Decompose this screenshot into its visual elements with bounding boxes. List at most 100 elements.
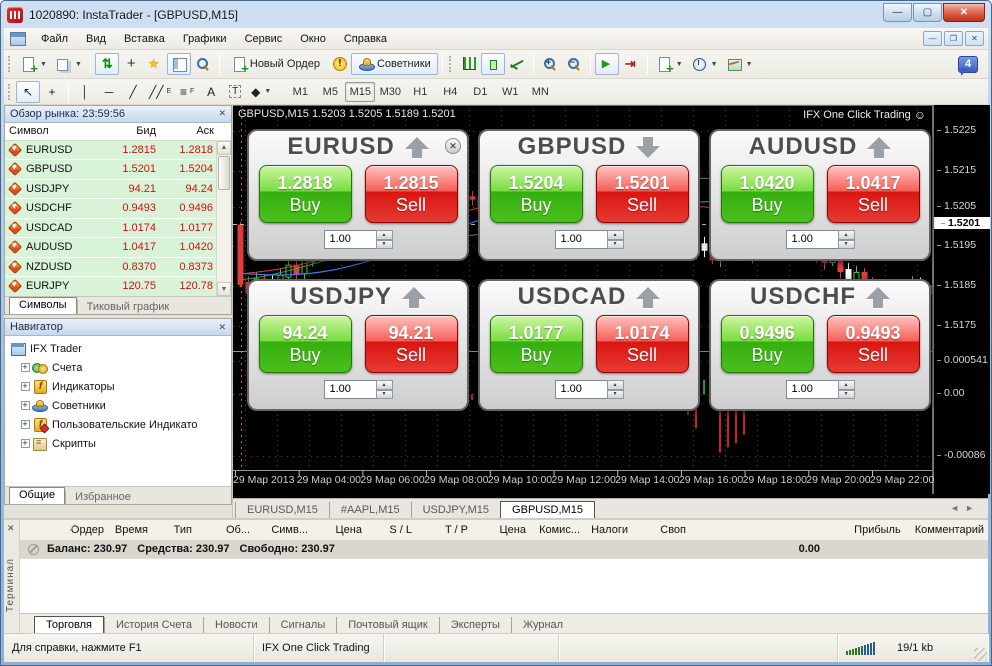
zoom-in-button[interactable]: + xyxy=(538,53,562,75)
spin-down-icon[interactable]: ▼ xyxy=(607,390,624,400)
menu-item[interactable]: Справка xyxy=(335,30,396,48)
data-window-button[interactable] xyxy=(191,53,215,75)
bar-chart-button[interactable] xyxy=(457,53,481,75)
cursor-tool-button[interactable]: ↖ xyxy=(16,81,40,103)
candlestick-button[interactable] xyxy=(481,53,505,75)
volume-spinner[interactable]: ▲▼ xyxy=(838,230,855,249)
sell-button[interactable]: 1.5201 Sell xyxy=(596,165,689,223)
profiles-button[interactable]: ▼ xyxy=(51,53,86,75)
terminal-column[interactable]: Тип xyxy=(152,524,196,536)
tree-root-item[interactable]: IFX Trader xyxy=(10,339,231,358)
minimize-button[interactable]: — xyxy=(883,3,912,22)
menu-item[interactable]: Сервис xyxy=(236,30,292,48)
volume-input[interactable]: 1.00 xyxy=(324,380,376,399)
volume-spinner[interactable]: ▲▼ xyxy=(376,230,393,249)
spin-down-icon[interactable]: ▼ xyxy=(838,240,855,250)
market-watch-row[interactable]: USDJPY 94.21 94.24 xyxy=(5,180,217,200)
market-watch-toggle-button[interactable] xyxy=(167,53,191,75)
navigator-tab[interactable]: Избранное xyxy=(65,490,140,504)
sell-button[interactable]: 0.9493 Sell xyxy=(827,315,920,373)
terminal-column[interactable]: Комис... xyxy=(530,524,584,536)
spin-up-icon[interactable]: ▲ xyxy=(376,380,393,390)
buy-button[interactable]: 1.2818 Buy xyxy=(259,165,352,223)
spin-up-icon[interactable]: ▲ xyxy=(838,380,855,390)
vertical-line-tool-button[interactable]: │ xyxy=(73,81,97,103)
market-watch-row[interactable]: EURJPY 120.75 120.78 xyxy=(5,277,217,296)
volume-input[interactable]: 1.00 xyxy=(555,230,607,249)
sell-button[interactable]: 1.0417 Sell xyxy=(827,165,920,223)
trendline-tool-button[interactable]: ╱ xyxy=(121,81,145,103)
scroll-up-icon[interactable]: ▲ xyxy=(217,141,231,155)
close-icon[interactable]: ✕ xyxy=(7,523,15,534)
buy-button[interactable]: 0.9496 Buy xyxy=(721,315,814,373)
timeframe-button[interactable]: M5 xyxy=(315,82,345,102)
market-watch-tab[interactable]: Тиковый график xyxy=(77,300,179,314)
menu-item[interactable]: Вставка xyxy=(115,30,174,48)
terminal-tab[interactable]: Сигналы xyxy=(269,617,337,633)
buy-button[interactable]: 1.5204 Buy xyxy=(490,165,583,223)
expand-plus-icon[interactable]: + xyxy=(21,401,30,410)
timeframe-button[interactable]: M30 xyxy=(375,82,405,102)
spin-up-icon[interactable]: ▲ xyxy=(607,230,624,240)
market-watch-row[interactable]: USDCHF 0.9493 0.9496 xyxy=(5,199,217,219)
market-watch-scrollbar[interactable]: ▲ ▼ xyxy=(216,141,231,296)
tick-chart-button[interactable] xyxy=(95,53,119,75)
buy-button[interactable]: 1.0177 Buy xyxy=(490,315,583,373)
child-close-button[interactable]: ✕ xyxy=(965,31,984,46)
sell-button[interactable]: 94.21 Sell xyxy=(365,315,458,373)
chart-tab[interactable]: USDJPY,M15 xyxy=(411,502,500,518)
terminal-column[interactable]: Своп xyxy=(632,524,690,536)
toolbar-grip[interactable] xyxy=(8,56,12,72)
timeframe-button[interactable]: H1 xyxy=(405,82,435,102)
terminal-column[interactable]: Об... xyxy=(196,524,254,536)
tab-scroll-left-icon[interactable]: ◄ xyxy=(950,503,965,513)
label-tool-button[interactable]: T xyxy=(223,81,247,103)
alerts-button[interactable] xyxy=(327,53,351,75)
tree-item[interactable]: + Скрипты xyxy=(10,434,231,453)
templates-button[interactable]: ▼ xyxy=(722,53,757,75)
menu-item[interactable]: Окно xyxy=(291,30,335,48)
sell-button[interactable]: 1.0174 Sell xyxy=(596,315,689,373)
menu-item[interactable]: Вид xyxy=(77,30,115,48)
spin-up-icon[interactable]: ▲ xyxy=(838,230,855,240)
timeframe-button[interactable]: H4 xyxy=(435,82,465,102)
volume-input[interactable]: 1.00 xyxy=(555,380,607,399)
spin-down-icon[interactable]: ▼ xyxy=(607,240,624,250)
terminal-column[interactable]: Цена xyxy=(472,524,530,536)
expert-advisors-button[interactable]: Советники xyxy=(351,53,438,75)
volume-spinner[interactable]: ▲▼ xyxy=(607,380,624,399)
new-chart-button[interactable]: ▼ xyxy=(16,53,51,75)
volume-input[interactable]: 1.00 xyxy=(786,230,838,249)
spin-down-icon[interactable]: ▼ xyxy=(838,390,855,400)
expand-plus-icon[interactable]: + xyxy=(21,382,30,391)
market-watch-row[interactable]: NZDUSD 0.8370 0.8373 xyxy=(5,258,217,278)
timeframe-button[interactable]: MN xyxy=(525,82,555,102)
chart-plot[interactable]: GBPUSD,M15 1.5203 1.5205 1.5189 1.5201 I… xyxy=(233,105,988,498)
expand-plus-icon[interactable]: + xyxy=(21,439,30,448)
column-ask[interactable]: Аск xyxy=(160,125,218,137)
spin-up-icon[interactable]: ▲ xyxy=(376,230,393,240)
navigator-tab[interactable]: Общие xyxy=(9,487,65,504)
volume-spinner[interactable]: ▲▼ xyxy=(838,380,855,399)
terminal-tab[interactable]: Журнал xyxy=(511,617,574,633)
tree-item[interactable]: + Советники xyxy=(10,396,231,415)
terminal-column[interactable]: S / L xyxy=(366,524,416,536)
maximize-button[interactable]: ▢ xyxy=(913,3,942,22)
terminal-column[interactable]: T / P xyxy=(416,524,472,536)
terminal-column[interactable]: Время xyxy=(108,524,152,536)
fibonacci-tool-button[interactable]: ≡F xyxy=(175,81,199,103)
child-restore-button[interactable]: ❐ xyxy=(944,31,963,46)
auto-scroll-button[interactable] xyxy=(595,53,619,75)
terminal-column[interactable]: Симв... xyxy=(254,524,312,536)
resize-grip[interactable] xyxy=(974,648,987,661)
child-minimize-button[interactable]: — xyxy=(923,31,942,46)
terminal-tab[interactable]: Почтовый ящик xyxy=(336,617,438,633)
spin-up-icon[interactable]: ▲ xyxy=(607,380,624,390)
close-icon[interactable]: ✕ xyxy=(218,322,226,333)
line-chart-button[interactable] xyxy=(505,53,529,75)
spin-down-icon[interactable]: ▼ xyxy=(376,390,393,400)
buy-button[interactable]: 1.0420 Buy xyxy=(721,165,814,223)
crosshair-tool-button[interactable]: + xyxy=(40,81,64,103)
terminal-tab[interactable]: Эксперты xyxy=(439,617,511,633)
periods-button[interactable]: ▼ xyxy=(687,53,722,75)
